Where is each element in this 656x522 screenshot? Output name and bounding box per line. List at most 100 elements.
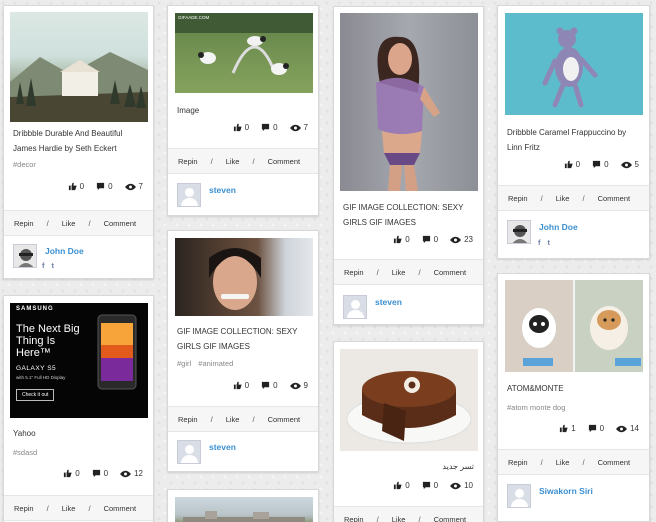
pin-image[interactable] [175, 238, 313, 316]
pin-actions: Repin / Like / Comment [168, 148, 318, 174]
like-link[interactable]: Like [392, 268, 406, 277]
pin-image[interactable] [340, 13, 478, 191]
pin-user[interactable]: steven [177, 183, 236, 207]
thumbs-up-icon[interactable] [559, 424, 568, 433]
landscape-illustration [10, 52, 148, 122]
like-link[interactable]: Like [62, 219, 76, 228]
avatar[interactable] [177, 183, 201, 207]
user-name[interactable]: steven [209, 442, 236, 464]
view-count: 7 [138, 182, 143, 191]
pin-user[interactable]: steven [343, 295, 402, 319]
thumbs-up-icon[interactable] [233, 381, 242, 390]
comment-link[interactable]: Comment [104, 504, 137, 513]
pin-title[interactable]: GIF IMAGE COLLECTION: SEXY GIRLS GIF IMA… [177, 324, 309, 354]
like-link[interactable]: Like [392, 515, 406, 522]
thumbs-up-icon[interactable] [233, 123, 242, 132]
avatar[interactable] [343, 295, 367, 319]
comment-icon[interactable] [422, 481, 431, 490]
repin-link[interactable]: Repin [344, 515, 364, 522]
comment-link[interactable]: Comment [104, 219, 137, 228]
pin-tags: #sdasd [13, 448, 37, 457]
repin-link[interactable]: Repin [14, 219, 34, 228]
pin-stats: 0 0 5 [564, 160, 639, 169]
thumbs-up-icon[interactable] [393, 481, 402, 490]
twitter-icon[interactable]: t [548, 238, 551, 247]
pin-image[interactable]: GIFAADE.COM [175, 13, 313, 93]
bear-illustration [542, 27, 598, 108]
comment-icon[interactable] [592, 160, 601, 169]
like-link[interactable]: Like [556, 194, 570, 203]
repin-link[interactable]: Repin [508, 458, 528, 467]
pin-user[interactable]: Siwakorn Siri [507, 484, 593, 508]
user-name[interactable]: Siwakorn Siri [539, 486, 593, 508]
pin-title[interactable]: Yahoo [13, 426, 144, 441]
pin-card: GIF IMAGE COLLECTION: SEXY GIRLS GIF IMA… [333, 6, 484, 325]
like-link[interactable]: Like [556, 458, 570, 467]
comment-link[interactable]: Comment [598, 458, 631, 467]
pin-title[interactable]: Image [177, 103, 309, 118]
pin-image[interactable] [505, 280, 643, 372]
pin-card: GIF IMAGE COLLECTION: SEXY GIRLS GIF IMA… [167, 230, 319, 472]
action-separator: / [210, 414, 213, 424]
pin-image[interactable] [340, 349, 478, 451]
pin-title[interactable]: تسر جديد [343, 459, 474, 474]
thumbs-up-icon[interactable] [393, 235, 402, 244]
avatar[interactable] [13, 244, 37, 268]
comment-icon[interactable] [96, 182, 105, 191]
facebook-icon[interactable]: f [538, 238, 541, 247]
comment-icon[interactable] [261, 123, 270, 132]
comment-icon[interactable] [92, 469, 101, 478]
view-count: 5 [634, 160, 639, 169]
pin-image[interactable] [10, 12, 148, 122]
avatar[interactable] [177, 440, 201, 464]
user-name[interactable]: steven [209, 185, 236, 207]
comment-icon[interactable] [261, 381, 270, 390]
thumbs-up-icon[interactable] [63, 469, 72, 478]
facebook-icon[interactable]: f [42, 261, 45, 270]
twitter-icon[interactable]: t [52, 261, 55, 270]
comment-link[interactable]: Comment [598, 194, 631, 203]
thumbs-up-icon[interactable] [68, 182, 77, 191]
comment-link[interactable]: Comment [434, 268, 467, 277]
pin-title[interactable]: GIF IMAGE COLLECTION: SEXY GIRLS GIF IMA… [343, 200, 474, 230]
tag-link[interactable]: #girl [177, 359, 191, 368]
pin-image[interactable] [175, 497, 313, 522]
phone-image [97, 314, 137, 390]
thumbs-up-icon[interactable] [564, 160, 573, 169]
comment-icon[interactable] [588, 424, 597, 433]
pin-actions: Repin / Like / Comment [498, 185, 649, 211]
comment-link[interactable]: Comment [268, 415, 301, 424]
repin-link[interactable]: Repin [14, 504, 34, 513]
comment-link[interactable]: Comment [268, 157, 301, 166]
user-name[interactable]: steven [375, 297, 402, 319]
avatar[interactable] [507, 484, 531, 508]
like-link[interactable]: Like [226, 415, 240, 424]
repin-link[interactable]: Repin [344, 268, 364, 277]
comment-link[interactable]: Comment [434, 515, 467, 522]
pin-card: GIFAADE.COM Image 0 0 7 Repin / Like / C… [167, 5, 319, 216]
tag-link[interactable]: #animated [198, 359, 233, 368]
repin-link[interactable]: Repin [508, 194, 528, 203]
pin-title[interactable]: Dribbble Caramel Frappuccino by Linn Fri… [507, 125, 640, 155]
like-link[interactable]: Like [226, 157, 240, 166]
like-count: 0 [79, 182, 85, 191]
comment-count: 0 [433, 481, 439, 490]
pin-title[interactable]: ATOM&MONTE [507, 381, 640, 396]
tag-link[interactable]: #atom monte dog [507, 403, 565, 412]
pin-card: Dribbble Durable And Beautiful James Har… [3, 5, 154, 279]
pin-title[interactable]: Dribbble Durable And Beautiful James Har… [13, 126, 144, 156]
field-photo [183, 511, 305, 522]
pin-actions: Repin / Like / Comment [334, 259, 483, 285]
repin-link[interactable]: Repin [178, 157, 198, 166]
pin-image[interactable] [505, 13, 643, 115]
pin-stats: 0 0 23 [393, 235, 473, 244]
repin-link[interactable]: Repin [178, 415, 198, 424]
pin-image[interactable]: SAMSUNG The Next Big Thing Is Here™ GALA… [10, 303, 148, 418]
pin-user[interactable]: steven [177, 440, 236, 464]
tag-link[interactable]: #sdasd [13, 448, 37, 457]
cake-photo [346, 371, 472, 444]
tag-link[interactable]: #decor [13, 160, 36, 169]
like-link[interactable]: Like [62, 504, 76, 513]
avatar[interactable] [507, 220, 531, 244]
comment-icon[interactable] [422, 235, 431, 244]
